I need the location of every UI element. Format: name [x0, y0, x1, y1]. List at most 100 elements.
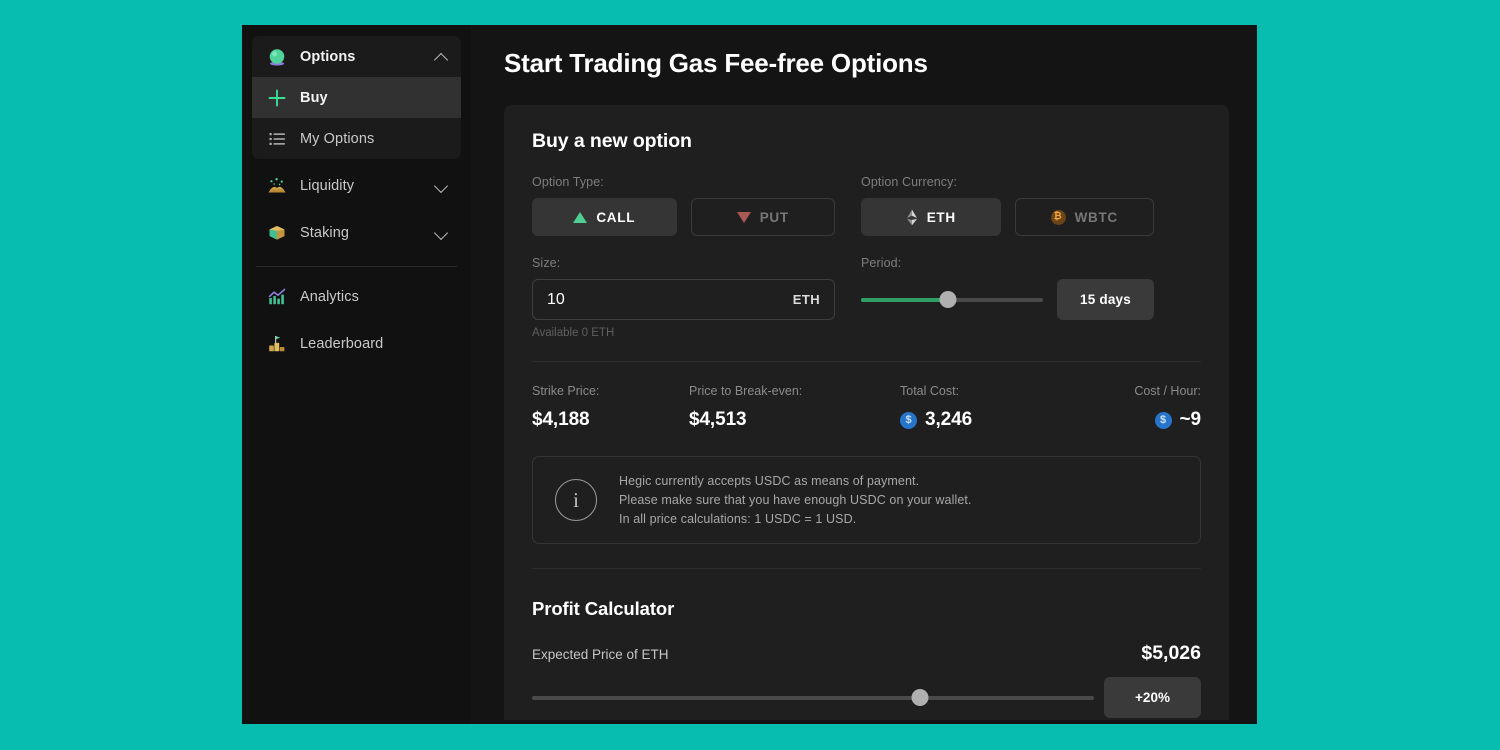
app-window: Options Buy My Options Liquidity Staking…: [242, 25, 1257, 724]
size-input-wrapper[interactable]: ETH: [532, 279, 835, 320]
stat-total-cost: Total Cost: $ 3,246: [900, 384, 1057, 431]
option-selectors-row: Option Type: CALL PUT Option Currency: E…: [532, 175, 1201, 236]
stat-break-even-value: $4,513: [689, 409, 747, 430]
stat-break-even-label: Price to Break-even:: [689, 384, 803, 398]
period-label: Period:: [861, 256, 902, 270]
card-title: Buy a new option: [532, 130, 692, 152]
buy-option-card: Buy a new option Option Type: CALL PUT O…: [504, 105, 1229, 720]
sidebar-item-buy-label: Buy: [300, 89, 328, 106]
option-currency-label: Option Currency:: [861, 175, 958, 189]
size-group: Size: ETH Available 0 ETH: [532, 256, 835, 339]
wbtc-icon: ₿: [1050, 209, 1066, 225]
stats-row: Strike Price: $4,188 Price to Break-even…: [532, 384, 1201, 431]
sidebar-collapsibles: Liquidity Staking: [252, 165, 461, 253]
profit-slider[interactable]: [532, 677, 1094, 718]
expected-price-label: Expected Price of ETH: [532, 647, 669, 662]
stat-cost-per-hour: Cost / Hour: $ ~9: [1057, 384, 1201, 431]
size-unit-label: ETH: [792, 292, 820, 307]
option-type-put-label: PUT: [759, 209, 789, 225]
option-currency-group: Option Currency: ETH ₿ WBTC: [861, 175, 1154, 236]
sidebar-item-liquidity-label: Liquidity: [300, 177, 355, 194]
sidebar-item-analytics[interactable]: Analytics: [252, 276, 461, 317]
sidebar-links: Analytics Leaderboard: [252, 276, 461, 364]
stat-cost-per-hour-value: ~9: [1179, 409, 1202, 430]
period-slider-thumb[interactable]: [939, 291, 957, 308]
usdc-info-line-3: In all price calculations: 1 USDC = 1 US…: [619, 512, 857, 526]
sidebar-item-my-options-label: My Options: [300, 130, 375, 147]
option-type-group: Option Type: CALL PUT: [532, 175, 835, 236]
sidebar-group-options: Options Buy My Options: [252, 36, 461, 159]
stat-strike-price-value: $4,188: [532, 409, 590, 430]
triangle-up-icon: [573, 211, 588, 223]
chevron-up-icon[interactable]: [435, 50, 448, 63]
stat-total-cost-value: 3,246: [925, 409, 973, 430]
triangle-down-icon: [736, 211, 751, 223]
info-circle-icon: i: [555, 479, 597, 521]
profit-calculator-divider: [532, 568, 1201, 569]
usdc-info-line-1: Hegic currently accepts USDC as means of…: [619, 474, 920, 488]
option-currency-wbtc-label: WBTC: [1074, 209, 1118, 225]
expected-price-value: $5,026: [1141, 642, 1201, 664]
page-title: Start Trading Gas Fee-free Options: [504, 48, 928, 78]
size-input[interactable]: [547, 290, 793, 309]
option-type-label: Option Type:: [532, 175, 604, 189]
list-icon: [266, 128, 288, 150]
sidebar-item-buy[interactable]: Buy: [252, 77, 461, 118]
sidebar-item-staking[interactable]: Staking: [252, 212, 461, 253]
period-group: Period: 15 days: [861, 256, 1154, 339]
option-currency-wbtc-button[interactable]: ₿ WBTC: [1014, 198, 1154, 236]
staking-coin-stack-icon: [266, 222, 288, 244]
stats-divider: [532, 361, 1201, 362]
profit-percent-pill[interactable]: +20%: [1104, 677, 1201, 718]
size-available-label: Available 0 ETH: [532, 327, 615, 339]
profit-slider-track: [532, 695, 1094, 700]
sidebar-item-my-options[interactable]: My Options: [252, 118, 461, 159]
stat-total-cost-value-wrapper: $ 3,246: [900, 409, 1057, 431]
sidebar-item-leaderboard-label: Leaderboard: [300, 335, 384, 352]
period-slider-row: 15 days: [861, 279, 1154, 320]
period-slider[interactable]: [861, 279, 1043, 320]
stat-break-even: Price to Break-even: $4,513: [689, 384, 900, 431]
stat-cost-per-hour-value-wrapper: $ ~9: [1057, 409, 1201, 431]
sidebar-item-leaderboard[interactable]: Leaderboard: [252, 323, 461, 364]
profit-slider-thumb[interactable]: [911, 689, 929, 706]
sidebar-item-analytics-label: Analytics: [300, 288, 359, 305]
size-period-row: Size: ETH Available 0 ETH Period:: [532, 256, 1201, 339]
option-currency-eth-button[interactable]: ETH: [861, 198, 1001, 236]
sidebar-item-options[interactable]: Options: [252, 36, 461, 77]
profit-calculator-title: Profit Calculator: [532, 598, 675, 619]
size-label: Size:: [532, 256, 561, 270]
leaderboard-podium-icon: [266, 333, 288, 355]
stat-cost-per-hour-label: Cost / Hour:: [1134, 384, 1201, 398]
sidebar-item-liquidity[interactable]: Liquidity: [252, 165, 461, 206]
chevron-down-icon[interactable]: [435, 179, 448, 192]
main-content: Start Trading Gas Fee-free Options Buy a…: [471, 25, 1257, 724]
usdc-coin-icon: $: [900, 411, 917, 429]
profit-slider-row: +20%: [532, 677, 1201, 718]
option-type-call-label: CALL: [596, 209, 636, 225]
option-type-call-button[interactable]: CALL: [532, 198, 677, 236]
ethereum-icon: [906, 209, 918, 226]
option-type-toggle: CALL PUT: [532, 198, 835, 236]
sidebar-divider: [256, 266, 457, 267]
sidebar-item-options-label: Options: [300, 48, 356, 65]
sidebar: Options Buy My Options Liquidity Staking…: [242, 25, 471, 724]
stat-strike-price: Strike Price: $4,188: [532, 384, 689, 431]
option-currency-eth-label: ETH: [926, 209, 956, 225]
stat-strike-price-label: Strike Price:: [532, 384, 600, 398]
usdc-coin-icon: $: [1154, 411, 1172, 429]
usdc-info-box: i Hegic currently accepts USDC as means …: [532, 456, 1201, 544]
expected-price-row: Expected Price of ETH $5,026: [532, 642, 1201, 665]
green-sphere-icon: [266, 46, 288, 68]
analytics-chart-icon: [266, 286, 288, 308]
option-type-put-button[interactable]: PUT: [690, 198, 835, 236]
period-value-pill[interactable]: 15 days: [1057, 279, 1154, 320]
period-slider-fill: [861, 297, 949, 302]
sidebar-item-staking-label: Staking: [300, 224, 350, 241]
option-currency-toggle: ETH ₿ WBTC: [861, 198, 1154, 236]
profit-calculator-section: Profit Calculator Expected Price of ETH …: [532, 598, 1201, 724]
usdc-info-line-2: Please make sure that you have enough US…: [619, 493, 972, 507]
chevron-down-icon[interactable]: [435, 226, 448, 239]
usdc-info-lines: Hegic currently accepts USDC as means of…: [619, 474, 972, 526]
stat-total-cost-label: Total Cost:: [900, 384, 960, 398]
